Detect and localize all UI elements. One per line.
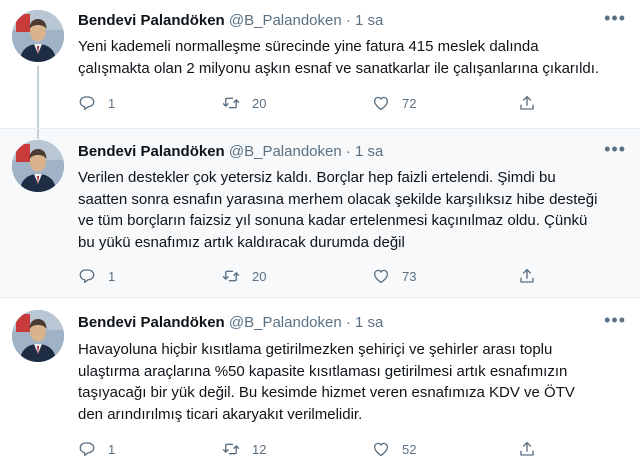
share-button[interactable] (518, 94, 536, 112)
author-handle[interactable]: @B_Palandoken (229, 314, 342, 331)
tweet-text-line: Verilen destekler çok yetersiz kaldı. Bo… (78, 169, 556, 186)
like-button[interactable]: 73 (372, 267, 416, 285)
tweet-text-line: Havayoluna hiçbir kısıtlama getirilmezke… (78, 341, 553, 358)
tweet-1[interactable]: Bendevi Palandöken @B_Palandoken · 1 sa … (0, 0, 640, 128)
like-icon (372, 94, 390, 112)
tweet-text-line: den arındırılmış ticari akaryakıt verilm… (78, 405, 363, 423)
reply-button[interactable]: 1 (78, 440, 115, 458)
like-icon (372, 267, 390, 285)
like-count: 73 (402, 268, 417, 284)
tweet-text-line: ve tüm borçların faizsiz yıl sonuna kada… (78, 212, 588, 229)
like-count: 52 (402, 441, 417, 457)
tweet-text-line: Yeni kademeli normalleşme sürecinde yine… (78, 38, 539, 55)
avatar-image (12, 10, 64, 62)
tweet-text-line: taşıyacağı bir yük değil. Bu kesimde hiz… (78, 384, 575, 401)
retweet-button[interactable]: 20 (222, 267, 266, 285)
tweet-text-line: ulaştırma araçlarına %50 kapasite kısıtl… (78, 362, 568, 380)
tweet-2[interactable]: Bendevi Palandöken @B_Palandoken · 1 sa … (0, 128, 640, 298)
reply-count: 1 (108, 441, 116, 457)
retweet-icon (222, 267, 240, 285)
separator: · (345, 314, 351, 331)
author-handle[interactable]: @B_Palandoken (229, 12, 342, 29)
more-icon[interactable]: ••• (604, 310, 626, 331)
reply-count: 1 (108, 95, 116, 111)
retweet-count: 12 (252, 441, 267, 457)
share-icon (518, 94, 536, 112)
separator: · (345, 12, 351, 29)
tweet-text: Verilen destekler çok yetersiz kaldı. Bo… (78, 167, 626, 253)
tweet-text: Havayoluna hiçbir kısıtlama getirilmezke… (78, 339, 626, 425)
tweet-header: Bendevi Palandöken @B_Palandoken · 1 sa (78, 12, 383, 29)
tweet-actions: 1 12 52 (78, 440, 548, 460)
avatar[interactable] (12, 310, 64, 362)
timestamp[interactable]: 1 sa (355, 12, 383, 29)
thread-line (37, 66, 39, 128)
like-icon (372, 440, 390, 458)
reply-button[interactable]: 1 (78, 94, 115, 112)
author-handle[interactable]: @B_Palandoken (229, 143, 342, 160)
reply-icon (78, 267, 96, 285)
timestamp[interactable]: 1 sa (355, 143, 383, 160)
reply-count: 1 (108, 268, 116, 284)
tweet-3[interactable]: Bendevi Palandöken @B_Palandoken · 1 sa … (0, 298, 640, 465)
like-button[interactable]: 52 (372, 440, 416, 458)
thread-line (37, 129, 39, 139)
retweet-count: 20 (252, 95, 267, 111)
author-name[interactable]: Bendevi Palandöken (78, 143, 225, 160)
retweet-button[interactable]: 12 (222, 440, 266, 458)
reply-icon (78, 94, 96, 112)
avatar-image (12, 310, 64, 362)
reply-button[interactable]: 1 (78, 267, 115, 285)
timestamp[interactable]: 1 sa (355, 314, 383, 331)
avatar[interactable] (12, 140, 64, 192)
share-button[interactable] (518, 440, 536, 458)
tweet-text: Yeni kademeli normalleşme sürecinde yine… (78, 36, 626, 79)
like-count: 72 (402, 95, 417, 111)
author-name[interactable]: Bendevi Palandöken (78, 12, 225, 29)
tweet-header: Bendevi Palandöken @B_Palandoken · 1 sa (78, 143, 383, 160)
share-icon (518, 267, 536, 285)
share-icon (518, 440, 536, 458)
tweet-text-line: çalışmakta olan 2 milyonu aşkın esnaf ve… (78, 59, 600, 77)
separator: · (345, 143, 351, 160)
more-icon[interactable]: ••• (604, 139, 626, 160)
avatar-image (12, 140, 64, 192)
retweet-count: 20 (252, 268, 267, 284)
retweet-icon (222, 94, 240, 112)
more-icon[interactable]: ••• (604, 8, 626, 29)
tweet-actions: 1 20 73 (78, 267, 548, 287)
retweet-button[interactable]: 20 (222, 94, 266, 112)
tweet-text-line: bu yükü esnafımız artık kaldıracak durum… (78, 233, 405, 251)
avatar[interactable] (12, 10, 64, 62)
author-name[interactable]: Bendevi Palandöken (78, 314, 225, 331)
like-button[interactable]: 72 (372, 94, 416, 112)
tweet-header: Bendevi Palandöken @B_Palandoken · 1 sa (78, 314, 383, 331)
share-button[interactable] (518, 267, 536, 285)
tweet-text-line: saatten sonra esnafın yarasına merhem ol… (78, 190, 598, 208)
tweet-actions: 1 20 72 (78, 94, 548, 114)
retweet-icon (222, 440, 240, 458)
reply-icon (78, 440, 96, 458)
